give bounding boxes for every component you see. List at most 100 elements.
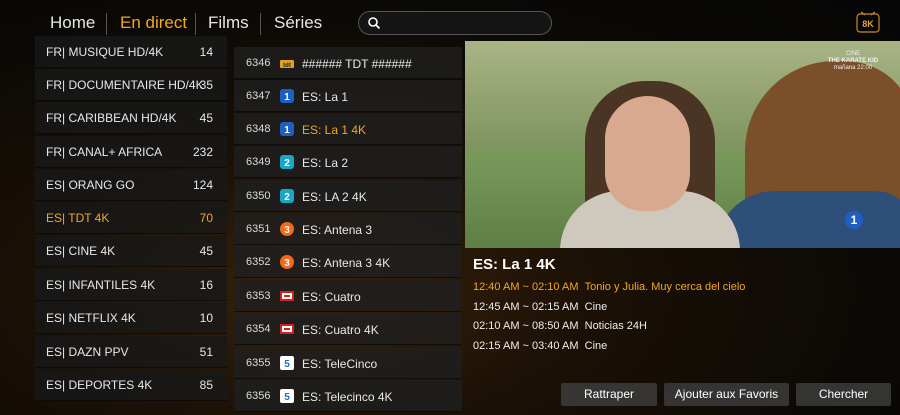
svg-text:3: 3 (284, 258, 290, 269)
antena3-logo-icon: 3 (280, 222, 294, 236)
channel-title: ES: La 1 4K (302, 123, 367, 137)
category-count: 45 (199, 111, 213, 125)
svg-text:5: 5 (284, 392, 290, 403)
catchup-button[interactable]: Rattraper (561, 383, 657, 406)
epg-program: Noticias 24H (584, 320, 647, 332)
watermark-line: CINE (845, 51, 861, 57)
category-name: ES| ORANG GO (46, 178, 135, 192)
la2-logo-icon: 2 (280, 189, 294, 203)
svg-text:5: 5 (284, 359, 290, 370)
category-item[interactable]: ES| NETFLIX 4K 10 (35, 302, 227, 334)
channel-number: 6355 (246, 357, 271, 369)
epg-program: Cine (584, 301, 608, 313)
epg-entry[interactable]: 02:15 AM ~ 03:40 AM Cine (473, 340, 893, 358)
la2-logo-icon: 2 (280, 155, 294, 169)
svg-text:1: 1 (284, 125, 290, 136)
channel-number: 6347 (246, 90, 271, 102)
epg-entry[interactable]: 02:10 AM ~ 08:50 AM Noticias 24H (473, 320, 893, 338)
telecinco-logo-icon: 5 (280, 389, 294, 403)
channel-title: ES: Cuatro (302, 290, 361, 304)
category-name: ES| TDT 4K (46, 211, 110, 225)
search-input[interactable] (358, 11, 552, 35)
channel-item[interactable]: 6354 ES: Cuatro 4K (234, 313, 462, 345)
channel-badge: 1 (845, 211, 863, 229)
category-item[interactable]: ES| DEPORTES 4K 85 (35, 369, 227, 401)
svg-text:3: 3 (284, 225, 290, 236)
channel-title: ###### TDT ###### (302, 57, 412, 71)
program-channel-title: ES: La 1 4K (473, 256, 556, 273)
category-count: 10 (199, 311, 213, 325)
epg-entry[interactable]: 12:45 AM ~ 02:15 AM Cine (473, 301, 893, 319)
channel-item[interactable]: 6346 tdt ###### TDT ###### (234, 47, 462, 79)
nav-home[interactable]: Home (50, 13, 95, 33)
la1-logo-icon: 1 (280, 89, 294, 103)
add-favorites-button[interactable]: Ajouter aux Favoris (664, 383, 789, 406)
nav-series[interactable]: Séries (274, 13, 322, 33)
category-count: 16 (199, 278, 213, 292)
epg-time: 02:10 AM ~ 08:50 AM (473, 320, 579, 332)
search-icon (368, 17, 381, 30)
channel-number: 6350 (246, 190, 271, 202)
channel-item[interactable]: 6356 5 ES: Telecinco 4K (234, 380, 462, 412)
channel-item[interactable]: 6355 5 ES: TeleCinco (234, 347, 462, 379)
la1-logo-icon: 1 (280, 122, 294, 136)
category-count: 70 (199, 211, 213, 225)
8k-logo-icon: 8K (856, 11, 880, 33)
category-item[interactable]: ES| ORANG GO 124 (35, 169, 227, 201)
category-item[interactable]: FR| CARIBBEAN HD/4K 45 (35, 102, 227, 134)
nav-films[interactable]: Films (208, 13, 249, 33)
category-item[interactable]: FR| CANAL+ AFRICA 232 (35, 136, 227, 168)
nav-divider (106, 13, 107, 35)
category-item[interactable]: ES| DAZN PPV 51 (35, 336, 227, 368)
channel-title: ES: Antena 3 4K (302, 256, 391, 270)
channel-title: ES: Cuatro 4K (302, 323, 379, 337)
channel-item[interactable]: 6347 1 ES: La 1 (234, 80, 462, 112)
channel-list: 6346 tdt ###### TDT ###### 6347 1 ES: La… (234, 46, 462, 415)
svg-text:1: 1 (284, 92, 290, 103)
search-button[interactable]: Chercher (796, 383, 891, 406)
channel-number: 6353 (246, 290, 271, 302)
video-figure (605, 96, 690, 211)
channel-item[interactable]: 6350 2 ES: LA 2 4K (234, 180, 462, 212)
cuatro-logo-icon (280, 291, 294, 301)
watermark-line: mañana 22:00 (833, 65, 873, 71)
svg-text:2: 2 (284, 158, 290, 169)
category-item[interactable]: FR| DOCUMENTAIRE HD/4K 35 (35, 69, 227, 101)
category-item[interactable]: ES| CINE 4K 45 (35, 235, 227, 267)
channel-number: 6356 (246, 390, 271, 402)
category-count: 35 (199, 78, 213, 92)
video-preview[interactable]: CINE THE KARATE KID mañana 22:00 1 (465, 41, 900, 248)
category-list: FR| MUSIQUE HD/4K 14 FR| DOCUMENTAIRE HD… (35, 36, 227, 413)
channel-number: 6348 (246, 123, 271, 135)
channel-item[interactable]: 6351 3 ES: Antena 3 (234, 213, 462, 245)
antena3-logo-icon: 3 (280, 255, 294, 269)
category-name: FR| DOCUMENTAIRE HD/4K (46, 78, 204, 92)
nav-live[interactable]: En direct (120, 13, 187, 33)
category-item-selected[interactable]: ES| TDT 4K 70 (35, 202, 227, 234)
category-name: ES| INFANTILES 4K (46, 278, 156, 292)
category-name: ES| DEPORTES 4K (46, 378, 153, 392)
cuatro-logo-icon (280, 324, 294, 334)
category-item[interactable]: FR| MUSIQUE HD/4K 14 (35, 36, 227, 68)
nav-divider (260, 13, 261, 35)
epg-program: Cine (584, 340, 608, 352)
category-count: 14 (199, 45, 213, 59)
category-count: 232 (192, 145, 213, 159)
watermark-line: THE KARATE KID (827, 58, 879, 64)
channel-number: 6352 (246, 256, 271, 268)
channel-title: ES: TeleCinco (302, 357, 378, 371)
tdt-logo-icon: tdt (280, 60, 294, 69)
svg-text:2: 2 (284, 192, 290, 203)
svg-text:tdt: tdt (283, 63, 291, 69)
epg-entry[interactable]: 12:40 AM ~ 02:10 AM Tonio y Julia. Muy c… (473, 281, 893, 299)
channel-number: 6349 (246, 156, 271, 168)
epg-program: Tonio y Julia. Muy cerca del cielo (584, 281, 746, 293)
epg-time: 02:15 AM ~ 03:40 AM (473, 340, 579, 352)
category-name: ES| CINE 4K (46, 244, 116, 258)
category-item[interactable]: ES| INFANTILES 4K 16 (35, 269, 227, 301)
channel-item-selected[interactable]: 6348 1 ES: La 1 4K (234, 113, 462, 145)
channel-item[interactable]: 6349 2 ES: La 2 (234, 146, 462, 178)
channel-item[interactable]: 6352 3 ES: Antena 3 4K (234, 246, 462, 278)
channel-number: 6354 (246, 323, 271, 335)
channel-item[interactable]: 6353 ES: Cuatro (234, 280, 462, 312)
